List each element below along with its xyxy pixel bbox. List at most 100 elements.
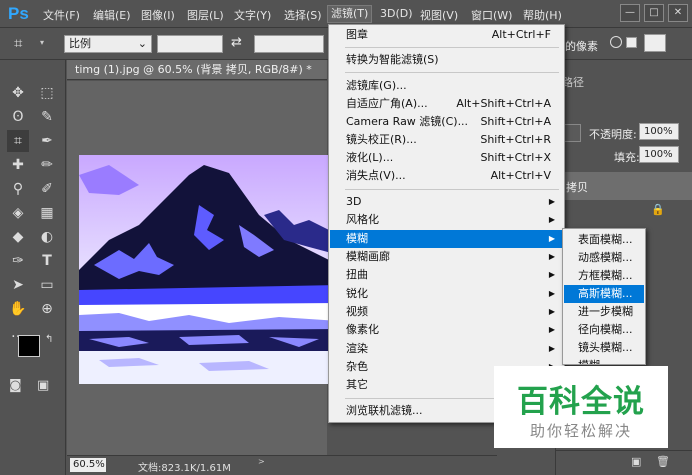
menu-item-liquify[interactable]: 液化(L)... Shift+Ctrl+X xyxy=(330,149,563,167)
submenu-item-gaussian-blur[interactable]: 高斯模糊... xyxy=(564,285,644,303)
close-window-button[interactable]: ✕ xyxy=(668,4,688,22)
menu-item-render[interactable]: 渲染 ▶ xyxy=(330,340,563,358)
tool-preset-chevron-icon[interactable]: ▾ xyxy=(40,38,44,47)
menu-item-lens-correction[interactable]: 镜头校正(R)... Shift+Ctrl+R xyxy=(330,131,563,149)
submenu-item-motion-blur[interactable]: 动感模糊... xyxy=(564,249,644,267)
zoom-field[interactable]: 60.5% xyxy=(70,458,106,472)
maximize-button[interactable]: □ xyxy=(644,4,664,22)
menu-3d[interactable]: 3D(D) xyxy=(380,7,413,20)
healing-brush-tool-icon[interactable]: ✚ xyxy=(7,154,29,176)
path-select-tool-icon[interactable]: ➤ xyxy=(7,274,29,296)
menu-item-3d[interactable]: 3D ▶ xyxy=(330,193,563,211)
menu-item-pixelate[interactable]: 像素化 ▶ xyxy=(330,321,563,339)
dodge-tool-icon[interactable]: ◐ xyxy=(36,226,58,248)
submenu-item-box-blur[interactable]: 方框模糊... xyxy=(564,267,644,285)
menu-item-vanishing-point[interactable]: 消失点(V)... Alt+Ctrl+V xyxy=(330,167,563,185)
watermark-subtitle: 助你轻松解决 xyxy=(529,422,632,440)
submenu-item-blur-more[interactable]: 进一步模糊 xyxy=(564,303,644,321)
zoom-tool-icon[interactable]: ⊕ xyxy=(36,298,58,320)
layer-row[interactable]: 拷贝 xyxy=(556,172,692,200)
menu-separator xyxy=(345,189,559,190)
submenu-item-surface-blur[interactable]: 表面模糊... xyxy=(564,231,644,249)
submenu-arrow-icon: ▶ xyxy=(548,215,555,224)
menu-view[interactable]: 视图(V) xyxy=(420,7,458,23)
menu-item-label: 模糊画廊 xyxy=(346,250,390,263)
menu-item-camera-raw[interactable]: Camera Raw 滤镜(C)... Shift+Ctrl+A xyxy=(330,113,563,131)
swap-colors-icon[interactable]: ↰ xyxy=(45,334,53,345)
menu-item-stylize[interactable]: 风格化 ▶ xyxy=(330,211,563,229)
delete-layer-icon[interactable]: 🗑 xyxy=(656,455,670,468)
submenu-arrow-icon: ▶ xyxy=(548,197,555,206)
menu-edit[interactable]: 编辑(E) xyxy=(93,7,131,23)
document-tab[interactable]: timg (1).jpg @ 60.5% (背景 拷贝, RGB/8#) * xyxy=(67,60,327,80)
menu-image[interactable]: 图像(I) xyxy=(141,7,175,23)
ratio-select-value: 比例 xyxy=(69,37,91,50)
menu-help[interactable]: 帮助(H) xyxy=(523,7,562,23)
lasso-tool-icon[interactable]: ʘ xyxy=(7,106,29,128)
move-tool-icon[interactable]: ✥ xyxy=(7,82,29,104)
gradient-tool-icon[interactable]: ▦ xyxy=(36,202,58,224)
menu-file[interactable]: 文件(F) xyxy=(43,7,80,23)
submenu-item-lens-blur[interactable]: 镜头模糊... xyxy=(564,339,644,357)
menu-select[interactable]: 选择(S) xyxy=(284,7,322,23)
paths-tab[interactable]: 路径 xyxy=(562,74,584,90)
submenu-item-radial-blur[interactable]: 径向模糊... xyxy=(564,321,644,339)
lock-icon: 🔒 xyxy=(651,203,665,216)
landscape-image xyxy=(79,155,339,384)
menu-item-blur[interactable]: 模糊 ▶ xyxy=(330,230,563,248)
crop-tool-icon[interactable]: ⌗ xyxy=(14,34,22,52)
panel-divider xyxy=(556,450,692,451)
menu-item-distort[interactable]: 扭曲 ▶ xyxy=(330,266,563,284)
menu-item-convert-smart-filter[interactable]: 转换为智能滤镜(S) xyxy=(330,51,563,69)
menu-item-label: 镜头校正(R)... xyxy=(346,133,417,146)
hand-tool-icon[interactable]: ✋ xyxy=(7,298,29,320)
quick-mask-icon[interactable]: ◙ xyxy=(9,378,22,393)
checkbox[interactable] xyxy=(626,37,637,48)
submenu-arrow-icon: ▶ xyxy=(548,289,555,298)
eraser-tool-icon[interactable]: ◈ xyxy=(7,202,29,224)
height-input[interactable] xyxy=(254,35,324,53)
menu-item-label: 像素化 xyxy=(346,323,379,336)
fill-input[interactable]: 100% xyxy=(639,146,679,163)
submenu-item-blur[interactable]: 模糊 xyxy=(564,357,644,364)
menu-layer[interactable]: 图层(L) xyxy=(187,7,224,23)
swap-icon[interactable]: ⇄ xyxy=(231,35,242,50)
status-bar xyxy=(67,455,497,475)
menu-filter[interactable]: 滤镜(T) xyxy=(327,5,373,23)
workspace-icon[interactable] xyxy=(644,34,666,52)
brush-tool-icon[interactable]: ✏ xyxy=(36,154,58,176)
marquee-tool-icon[interactable]: ⬚ xyxy=(36,82,58,104)
blur-tool-icon[interactable]: ◆ xyxy=(7,226,29,248)
menu-type[interactable]: 文字(Y) xyxy=(234,7,271,23)
menu-item-video[interactable]: 视频 ▶ xyxy=(330,303,563,321)
eyedropper-tool-icon[interactable]: ✒ xyxy=(36,130,58,152)
document-image xyxy=(79,155,339,384)
menu-item-shortcut: Shift+Ctrl+X xyxy=(480,151,551,164)
history-brush-tool-icon[interactable]: ✐ xyxy=(36,178,58,200)
menu-item-blur-gallery[interactable]: 模糊画廊 ▶ xyxy=(330,248,563,266)
clone-stamp-tool-icon[interactable]: ⚲ xyxy=(7,178,29,200)
pen-tool-icon[interactable]: ✑ xyxy=(7,250,29,272)
menu-item-stamp[interactable]: 图章 Alt+Ctrl+F xyxy=(330,26,563,44)
minimize-button[interactable]: — xyxy=(620,4,640,22)
foreground-color-swatch[interactable] xyxy=(18,335,40,357)
quick-select-tool-icon[interactable]: ✎ xyxy=(36,106,58,128)
opacity-input[interactable]: 100% xyxy=(639,123,679,140)
menu-item-label: Camera Raw 滤镜(C)... xyxy=(346,115,469,128)
menu-item-adaptive-wide-angle[interactable]: 自适应广角(A)... Alt+Shift+Ctrl+A xyxy=(330,95,563,113)
menu-item-sharpen[interactable]: 锐化 ▶ xyxy=(330,285,563,303)
width-input[interactable] xyxy=(157,35,223,53)
search-icon[interactable] xyxy=(610,36,622,48)
submenu-arrow-icon: ▶ xyxy=(548,325,555,334)
menu-item-filter-gallery[interactable]: 滤镜库(G)... xyxy=(330,77,563,95)
ratio-select[interactable]: 比例 ⌄ xyxy=(64,35,152,53)
rectangle-tool-icon[interactable]: ▭ xyxy=(36,274,58,296)
opacity-label: 不透明度: xyxy=(589,128,637,141)
screen-mode-icon[interactable]: ▣ xyxy=(37,378,49,393)
type-tool-icon[interactable]: T xyxy=(36,250,58,272)
crop-tool-icon[interactable]: ⌗ xyxy=(7,130,29,152)
new-layer-icon[interactable]: ▣ xyxy=(631,455,641,468)
menu-window[interactable]: 窗口(W) xyxy=(471,7,512,23)
status-chevron-icon[interactable]: > xyxy=(258,457,265,466)
menu-item-label: 自适应广角(A)... xyxy=(346,97,428,110)
